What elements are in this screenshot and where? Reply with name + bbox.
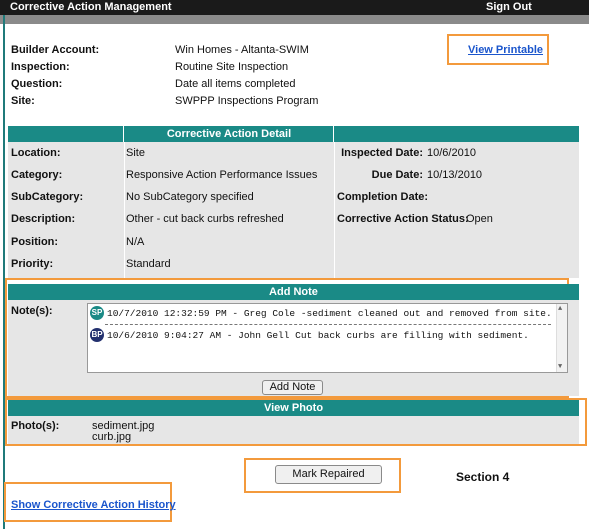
header-sub-bar [0, 15, 589, 24]
add-note-header: Add Note [8, 284, 579, 300]
show-history-link[interactable]: Show Corrective Action History [11, 499, 176, 511]
builder-account-value: Win Homes - Altanta-SWIM [175, 44, 309, 56]
inspected-date-label: Inspected Date: [341, 147, 423, 159]
category-label: Category: [11, 169, 63, 181]
sign-out-link[interactable]: Sign Out [486, 1, 532, 13]
question-label: Question: [11, 78, 63, 90]
page-title: Corrective Action Management [10, 1, 172, 13]
due-date-value: 10/13/2010 [427, 169, 483, 181]
inspection-value: Routine Site Inspection [175, 61, 289, 73]
corrective-action-detail-title: Corrective Action Detail [166, 128, 292, 140]
user-badge-icon: SP [90, 306, 104, 320]
view-photo-header: View Photo [8, 400, 579, 416]
site-label: Site: [11, 95, 35, 107]
notes-scrollbar[interactable]: ▲ ▼ [556, 304, 567, 372]
inspection-label: Inspection: [11, 61, 70, 73]
location-value: Site [126, 147, 145, 159]
note-divider [105, 324, 551, 325]
top-bar: Corrective Action Management Sign Out [0, 0, 589, 15]
status-value: Open [466, 213, 493, 225]
notes-label: Note(s): [11, 305, 53, 317]
scroll-down-icon[interactable]: ▼ [558, 363, 562, 371]
photos-label: Photo(s): [11, 420, 60, 432]
section-label: Section 4 [456, 470, 510, 484]
position-label: Position: [11, 236, 59, 248]
priority-value: Standard [126, 258, 171, 270]
mark-repaired-button[interactable]: Mark Repaired [275, 465, 382, 484]
add-note-title: Add Note [269, 286, 318, 298]
left-border-line [3, 15, 5, 529]
site-value: SWPPP Inspections Program [175, 95, 319, 107]
position-value: N/A [126, 236, 145, 248]
category-value: Responsive Action Performance Issues [126, 169, 318, 181]
note-text: 10/6/2010 9:04:27 AM - John Gell Cut bac… [107, 330, 529, 341]
view-printable-link[interactable]: View Printable [468, 44, 543, 56]
builder-account-label: Builder Account: [11, 44, 100, 56]
subcategory-value: No SubCategory specified [126, 191, 254, 203]
notes-textarea[interactable]: SP 10/7/2010 12:32:59 PM - Greg Cole -se… [87, 303, 568, 373]
add-note-button[interactable]: Add Note [262, 380, 323, 395]
corrective-action-detail-header: Corrective Action Detail [8, 126, 579, 142]
corrective-action-detail-panel [8, 142, 579, 278]
description-value: Other - cut back curbs refreshed [126, 213, 284, 225]
description-label: Description: [11, 213, 76, 225]
user-badge-icon: BP [90, 328, 104, 342]
priority-label: Priority: [11, 258, 54, 270]
photo-file-link[interactable]: curb.jpg [92, 431, 131, 443]
note-text: 10/7/2010 12:32:59 PM - Greg Cole -sedim… [107, 308, 552, 319]
completion-date-label: Completion Date: [337, 191, 429, 203]
subcategory-label: SubCategory: [11, 191, 84, 203]
view-photo-title: View Photo [263, 402, 324, 414]
location-label: Location: [11, 147, 61, 159]
inspected-date-value: 10/6/2010 [427, 147, 476, 159]
status-label: Corrective Action Status: [337, 213, 469, 225]
due-date-label: Due Date: [371, 169, 423, 181]
scroll-up-icon[interactable]: ▲ [558, 305, 562, 313]
question-value: Date all items completed [175, 78, 296, 90]
